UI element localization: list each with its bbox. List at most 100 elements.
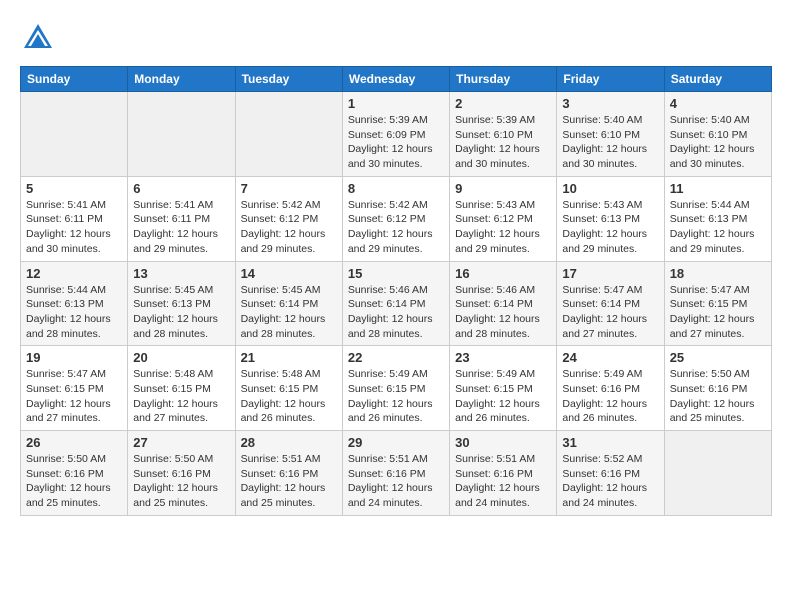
day-detail: Sunrise: 5:50 AM Sunset: 6:16 PM Dayligh…	[133, 452, 229, 511]
day-cell: 23 Sunrise: 5:49 AM Sunset: 6:15 PM Dayli…	[450, 346, 557, 431]
day-number: 13	[133, 266, 229, 281]
day-cell: 11 Sunrise: 5:44 AM Sunset: 6:13 PM Dayli…	[664, 176, 771, 261]
day-number: 21	[241, 350, 337, 365]
day-number: 19	[26, 350, 122, 365]
day-number: 27	[133, 435, 229, 450]
day-detail: Sunrise: 5:49 AM Sunset: 6:16 PM Dayligh…	[562, 367, 658, 426]
day-detail: Sunrise: 5:40 AM Sunset: 6:10 PM Dayligh…	[670, 113, 766, 172]
day-detail: Sunrise: 5:49 AM Sunset: 6:15 PM Dayligh…	[455, 367, 551, 426]
day-number: 31	[562, 435, 658, 450]
weekday-header-saturday: Saturday	[664, 67, 771, 92]
day-cell: 21 Sunrise: 5:48 AM Sunset: 6:15 PM Dayli…	[235, 346, 342, 431]
day-number: 12	[26, 266, 122, 281]
day-number: 11	[670, 181, 766, 196]
day-number: 4	[670, 96, 766, 111]
day-cell: 3Sunrise: 5:40 AM Sunset: 6:10 PM Daylig…	[557, 92, 664, 177]
day-detail: Sunrise: 5:48 AM Sunset: 6:15 PM Dayligh…	[133, 367, 229, 426]
day-cell: 13 Sunrise: 5:45 AM Sunset: 6:13 PM Dayli…	[128, 261, 235, 346]
day-detail: Sunrise: 5:43 AM Sunset: 6:12 PM Dayligh…	[455, 198, 551, 257]
day-number: 18	[670, 266, 766, 281]
day-number: 14	[241, 266, 337, 281]
day-cell	[128, 92, 235, 177]
day-cell: 22Sunrise: 5:49 AM Sunset: 6:15 PM Dayli…	[342, 346, 449, 431]
day-detail: Sunrise: 5:45 AM Sunset: 6:13 PM Dayligh…	[133, 283, 229, 342]
day-detail: Sunrise: 5:51 AM Sunset: 6:16 PM Dayligh…	[455, 452, 551, 511]
day-number: 17	[562, 266, 658, 281]
day-cell: 1Sunrise: 5:39 AM Sunset: 6:09 PM Daylig…	[342, 92, 449, 177]
day-detail: Sunrise: 5:45 AM Sunset: 6:14 PM Dayligh…	[241, 283, 337, 342]
weekday-header-friday: Friday	[557, 67, 664, 92]
day-number: 26	[26, 435, 122, 450]
day-number: 16	[455, 266, 551, 281]
day-number: 25	[670, 350, 766, 365]
day-number: 20	[133, 350, 229, 365]
day-cell: 30 Sunrise: 5:51 AM Sunset: 6:16 PM Dayli…	[450, 431, 557, 516]
day-cell: 4 Sunrise: 5:40 AM Sunset: 6:10 PM Daylig…	[664, 92, 771, 177]
day-cell: 16 Sunrise: 5:46 AM Sunset: 6:14 PM Dayli…	[450, 261, 557, 346]
day-detail: Sunrise: 5:47 AM Sunset: 6:15 PM Dayligh…	[670, 283, 766, 342]
day-cell	[21, 92, 128, 177]
day-number: 30	[455, 435, 551, 450]
week-row-2: 5 Sunrise: 5:41 AM Sunset: 6:11 PM Daylig…	[21, 176, 772, 261]
day-detail: Sunrise: 5:43 AM Sunset: 6:13 PM Dayligh…	[562, 198, 658, 257]
day-number: 29	[348, 435, 444, 450]
day-cell: 19 Sunrise: 5:47 AM Sunset: 6:15 PM Dayli…	[21, 346, 128, 431]
day-number: 10	[562, 181, 658, 196]
day-detail: Sunrise: 5:47 AM Sunset: 6:15 PM Dayligh…	[26, 367, 122, 426]
day-detail: Sunrise: 5:42 AM Sunset: 6:12 PM Dayligh…	[348, 198, 444, 257]
calendar-header: SundayMondayTuesdayWednesdayThursdayFrid…	[21, 67, 772, 92]
weekday-header-sunday: Sunday	[21, 67, 128, 92]
weekday-header-row: SundayMondayTuesdayWednesdayThursdayFrid…	[21, 67, 772, 92]
day-number: 5	[26, 181, 122, 196]
day-detail: Sunrise: 5:42 AM Sunset: 6:12 PM Dayligh…	[241, 198, 337, 257]
day-cell: 2 Sunrise: 5:39 AM Sunset: 6:10 PM Daylig…	[450, 92, 557, 177]
day-detail: Sunrise: 5:51 AM Sunset: 6:16 PM Dayligh…	[348, 452, 444, 511]
day-cell: 25 Sunrise: 5:50 AM Sunset: 6:16 PM Dayli…	[664, 346, 771, 431]
day-cell: 31 Sunrise: 5:52 AM Sunset: 6:16 PM Dayli…	[557, 431, 664, 516]
calendar-body: 1Sunrise: 5:39 AM Sunset: 6:09 PM Daylig…	[21, 92, 772, 516]
day-number: 8	[348, 181, 444, 196]
day-detail: Sunrise: 5:52 AM Sunset: 6:16 PM Dayligh…	[562, 452, 658, 511]
day-number: 23	[455, 350, 551, 365]
day-cell: 10 Sunrise: 5:43 AM Sunset: 6:13 PM Dayli…	[557, 176, 664, 261]
day-detail: Sunrise: 5:47 AM Sunset: 6:14 PM Dayligh…	[562, 283, 658, 342]
day-detail: Sunrise: 5:40 AM Sunset: 6:10 PM Dayligh…	[562, 113, 658, 172]
week-row-4: 19 Sunrise: 5:47 AM Sunset: 6:15 PM Dayli…	[21, 346, 772, 431]
weekday-header-monday: Monday	[128, 67, 235, 92]
day-cell: 18 Sunrise: 5:47 AM Sunset: 6:15 PM Dayli…	[664, 261, 771, 346]
day-detail: Sunrise: 5:39 AM Sunset: 6:09 PM Dayligh…	[348, 113, 444, 172]
day-cell	[664, 431, 771, 516]
day-cell: 17 Sunrise: 5:47 AM Sunset: 6:14 PM Dayli…	[557, 261, 664, 346]
day-cell: 26 Sunrise: 5:50 AM Sunset: 6:16 PM Dayli…	[21, 431, 128, 516]
day-detail: Sunrise: 5:46 AM Sunset: 6:14 PM Dayligh…	[455, 283, 551, 342]
day-cell: 15Sunrise: 5:46 AM Sunset: 6:14 PM Dayli…	[342, 261, 449, 346]
day-detail: Sunrise: 5:44 AM Sunset: 6:13 PM Dayligh…	[670, 198, 766, 257]
weekday-header-wednesday: Wednesday	[342, 67, 449, 92]
day-detail: Sunrise: 5:41 AM Sunset: 6:11 PM Dayligh…	[26, 198, 122, 257]
day-cell: 7 Sunrise: 5:42 AM Sunset: 6:12 PM Daylig…	[235, 176, 342, 261]
day-cell: 9 Sunrise: 5:43 AM Sunset: 6:12 PM Daylig…	[450, 176, 557, 261]
day-cell: 6Sunrise: 5:41 AM Sunset: 6:11 PM Daylig…	[128, 176, 235, 261]
page-header	[20, 20, 772, 56]
day-number: 28	[241, 435, 337, 450]
calendar-table: SundayMondayTuesdayWednesdayThursdayFrid…	[20, 66, 772, 516]
day-detail: Sunrise: 5:48 AM Sunset: 6:15 PM Dayligh…	[241, 367, 337, 426]
day-cell: 12Sunrise: 5:44 AM Sunset: 6:13 PM Dayli…	[21, 261, 128, 346]
day-cell: 5 Sunrise: 5:41 AM Sunset: 6:11 PM Daylig…	[21, 176, 128, 261]
day-number: 2	[455, 96, 551, 111]
day-detail: Sunrise: 5:50 AM Sunset: 6:16 PM Dayligh…	[670, 367, 766, 426]
week-row-3: 12Sunrise: 5:44 AM Sunset: 6:13 PM Dayli…	[21, 261, 772, 346]
day-number: 9	[455, 181, 551, 196]
day-detail: Sunrise: 5:39 AM Sunset: 6:10 PM Dayligh…	[455, 113, 551, 172]
day-cell: 27 Sunrise: 5:50 AM Sunset: 6:16 PM Dayli…	[128, 431, 235, 516]
day-number: 7	[241, 181, 337, 196]
day-detail: Sunrise: 5:51 AM Sunset: 6:16 PM Dayligh…	[241, 452, 337, 511]
day-cell: 14 Sunrise: 5:45 AM Sunset: 6:14 PM Dayli…	[235, 261, 342, 346]
day-number: 24	[562, 350, 658, 365]
week-row-1: 1Sunrise: 5:39 AM Sunset: 6:09 PM Daylig…	[21, 92, 772, 177]
day-detail: Sunrise: 5:46 AM Sunset: 6:14 PM Dayligh…	[348, 283, 444, 342]
day-detail: Sunrise: 5:50 AM Sunset: 6:16 PM Dayligh…	[26, 452, 122, 511]
day-cell: 20 Sunrise: 5:48 AM Sunset: 6:15 PM Dayli…	[128, 346, 235, 431]
day-detail: Sunrise: 5:49 AM Sunset: 6:15 PM Dayligh…	[348, 367, 444, 426]
day-cell: 24 Sunrise: 5:49 AM Sunset: 6:16 PM Dayli…	[557, 346, 664, 431]
